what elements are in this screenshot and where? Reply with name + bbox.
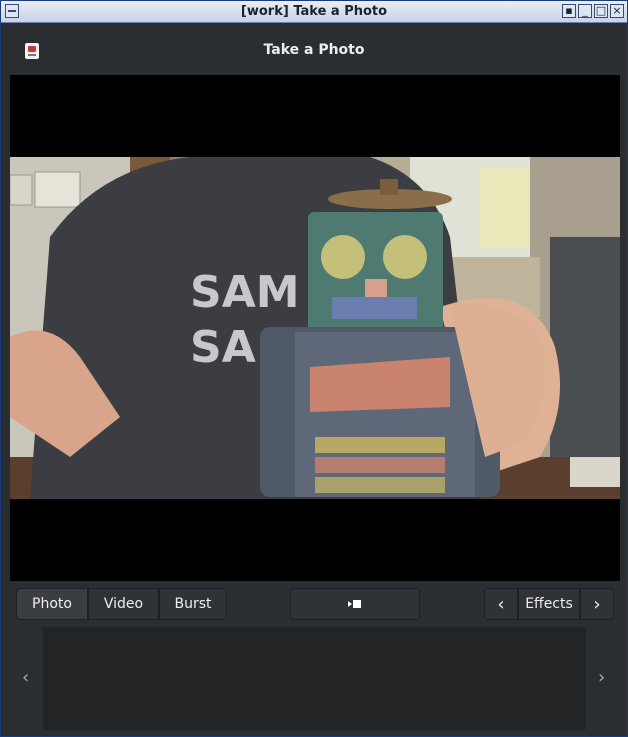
shirt-text-2: SA <box>190 322 256 373</box>
chevron-right-icon: › <box>593 593 601 615</box>
chevron-left-icon: ‹ <box>497 593 505 615</box>
photo-mode-button[interactable]: Photo <box>16 588 88 620</box>
capture-button[interactable] <box>290 588 420 620</box>
record-video-icon <box>348 599 362 609</box>
effects-button[interactable]: Effects <box>518 588 580 620</box>
effects-next-button[interactable]: › <box>580 588 614 620</box>
camera-preview: SAM SA <box>10 75 620 581</box>
window-title: [work] Take a Photo <box>240 4 388 19</box>
camera-frame: SAM SA <box>10 157 620 499</box>
strip-prev-button[interactable]: ‹ <box>22 667 29 688</box>
app-window: [work] Take a Photo ▪ _ □ × Take a Photo <box>0 0 628 737</box>
thumbnail-strip: ‹ › <box>10 627 620 730</box>
shirt-text-1: SAM <box>190 267 300 318</box>
burst-mode-button[interactable]: Burst <box>159 588 227 620</box>
page-title: Take a Photo <box>263 42 365 58</box>
shade-button[interactable]: ▪ <box>562 4 576 18</box>
capture-mode-switcher: Photo Video Burst <box>16 588 227 620</box>
camera-image: SAM SA <box>10 157 620 499</box>
effects-control: ‹ Effects › <box>484 588 614 620</box>
maximize-button[interactable]: □ <box>594 4 608 18</box>
window-titlebar[interactable]: [work] Take a Photo ▪ _ □ × <box>1 1 627 23</box>
effects-prev-button[interactable]: ‹ <box>484 588 518 620</box>
strip-next-button[interactable]: › <box>598 667 605 688</box>
video-mode-button[interactable]: Video <box>88 588 159 620</box>
close-button[interactable]: × <box>610 4 624 18</box>
thumbnail-list[interactable] <box>43 627 586 730</box>
minimize-button[interactable]: _ <box>578 4 592 18</box>
header-bar: Take a Photo <box>2 23 626 73</box>
